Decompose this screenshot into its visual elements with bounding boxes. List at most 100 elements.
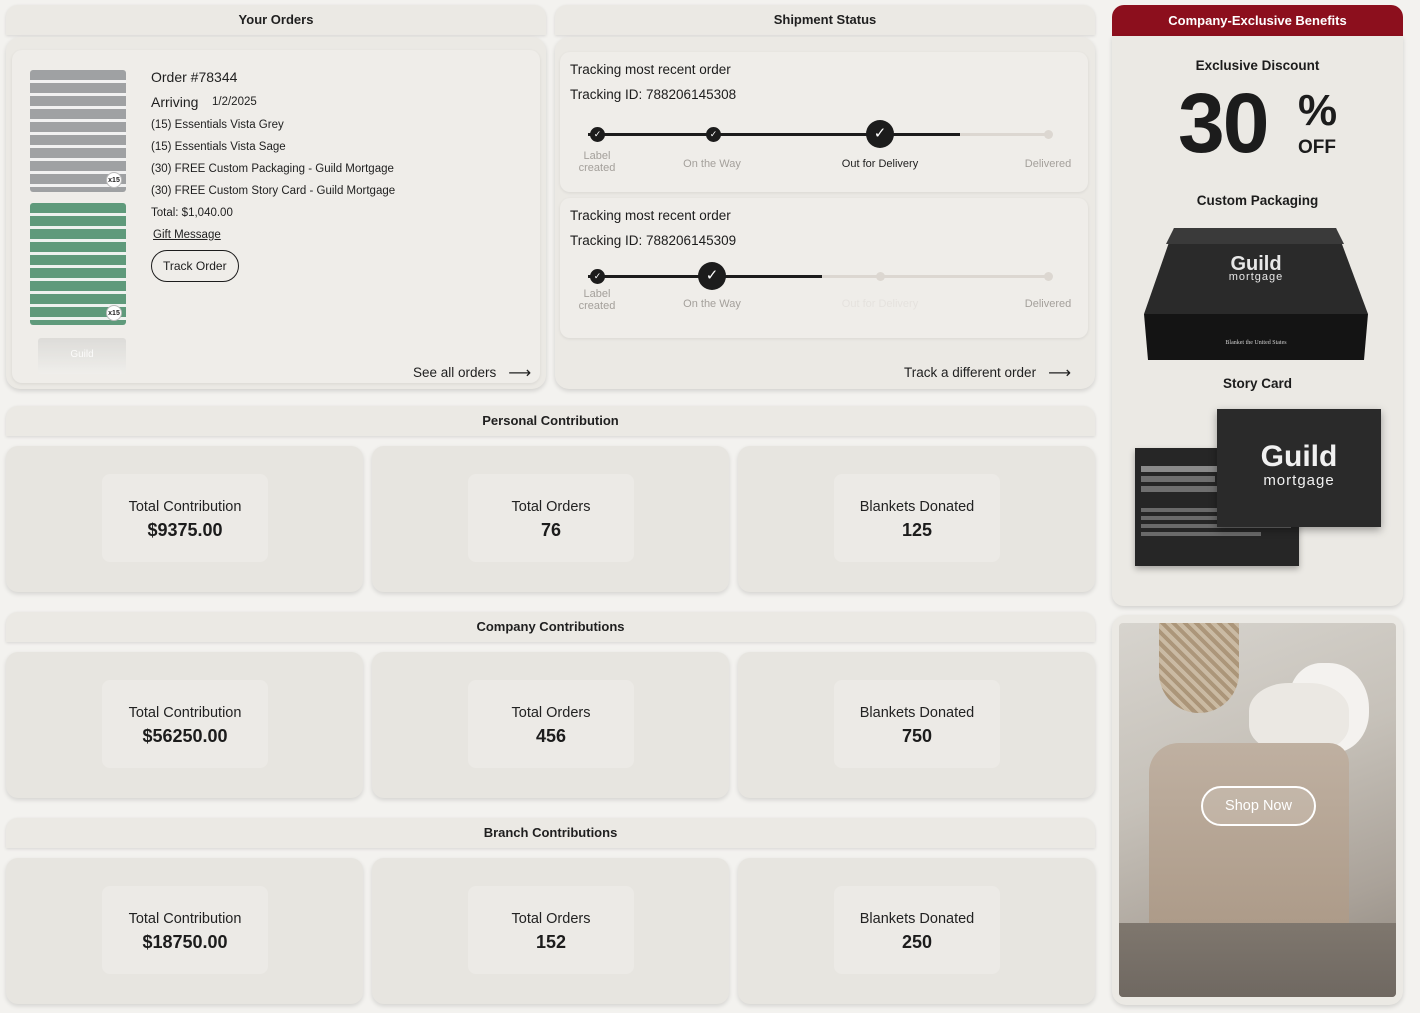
stat-value: $56250.00 bbox=[142, 726, 228, 746]
step-label: On the Way bbox=[683, 298, 741, 310]
benefits-panel: Exclusive Discount 30 % OFF Custom Packa… bbox=[1112, 36, 1403, 606]
lifestyle-photo: Shop Now bbox=[1119, 623, 1396, 997]
packaging-tagline: Blanket the United States bbox=[1225, 340, 1287, 346]
shop-now-button[interactable]: Shop Now bbox=[1201, 786, 1316, 826]
personal-contribution-header: Personal Contribution bbox=[6, 406, 1095, 436]
progress-fill bbox=[588, 133, 960, 136]
custom-packaging-label: Custom Packaging bbox=[1196, 193, 1319, 208]
stat-card: Total Contribution $9375.00 bbox=[6, 446, 363, 592]
quantity-badge: x15 bbox=[106, 305, 122, 321]
order-item: (15) Essentials Vista Sage bbox=[151, 141, 286, 153]
stat-tile: Total Contribution $9375.00 bbox=[102, 474, 268, 562]
discount-label: Exclusive Discount bbox=[1195, 58, 1320, 73]
stat-value: 76 bbox=[540, 520, 562, 540]
company-contributions-header: Company Contributions bbox=[6, 612, 1095, 642]
stat-card: Total Contribution $56250.00 bbox=[6, 652, 363, 798]
step-label: Label created bbox=[578, 150, 616, 174]
shipment-panel: Tracking most recent order Tracking ID: … bbox=[555, 37, 1095, 389]
box-label: Guild bbox=[70, 349, 94, 360]
step-pending-icon bbox=[1044, 272, 1053, 281]
discount-number: 30 bbox=[1178, 76, 1269, 170]
stat-tile: Total Orders 456 bbox=[468, 680, 634, 768]
percent-sign: % bbox=[1298, 86, 1338, 135]
stat-label: Total Contribution bbox=[128, 499, 242, 515]
order-total: Total: $1,040.00 bbox=[151, 207, 233, 219]
tracker-title: Tracking most recent order bbox=[570, 62, 731, 77]
step-pending-icon bbox=[1044, 130, 1053, 139]
track-order-button[interactable]: Track Order bbox=[151, 250, 239, 282]
stat-label: Blankets Donated bbox=[859, 499, 975, 515]
packaging-box-image: Guild mortgage Blanket the United States bbox=[1144, 228, 1368, 360]
arriving-date: 1/2/2025 bbox=[212, 96, 257, 108]
stat-value: $18750.00 bbox=[142, 932, 228, 952]
gift-message-link[interactable]: Gift Message bbox=[153, 229, 221, 241]
stat-card: Blankets Donated 750 bbox=[738, 652, 1095, 798]
stat-value: 456 bbox=[535, 726, 567, 746]
step-current-icon: ✓ bbox=[866, 120, 894, 148]
orders-header: Your Orders bbox=[6, 5, 546, 35]
step-label: On the Way bbox=[683, 158, 741, 170]
stat-tile: Blankets Donated 750 bbox=[834, 680, 1000, 768]
stat-card: Blankets Donated 125 bbox=[738, 446, 1095, 592]
orders-panel: x15 x15 Guild Order #78344 Arriving 1/2/… bbox=[6, 37, 546, 389]
stat-card: Total Orders 76 bbox=[372, 446, 729, 592]
shop-card: Shop Now bbox=[1112, 615, 1403, 1005]
packaging-sub: mortgage bbox=[1229, 271, 1283, 283]
stat-card: Blankets Donated 250 bbox=[738, 858, 1095, 1004]
stat-tile: Blankets Donated 125 bbox=[834, 474, 1000, 562]
step-label: Label created bbox=[578, 288, 616, 312]
step-label: Delivered bbox=[1024, 158, 1072, 170]
stat-tile: Total Orders 152 bbox=[468, 886, 634, 974]
discount-off: OFF bbox=[1298, 137, 1336, 158]
step-label: Delivered bbox=[1024, 298, 1072, 310]
stat-label: Blankets Donated bbox=[859, 705, 975, 721]
stat-tile: Total Orders 76 bbox=[468, 474, 634, 562]
step-label: Out for Delivery bbox=[841, 158, 919, 170]
order-item: (15) Essentials Vista Grey bbox=[151, 119, 284, 131]
order-number: Order #78344 bbox=[151, 69, 238, 85]
story-card-brand: Guild bbox=[1260, 440, 1338, 473]
step-pending-icon bbox=[876, 272, 885, 281]
step-label: Out for Delivery bbox=[841, 298, 919, 310]
stat-label: Total Orders bbox=[511, 499, 591, 515]
stat-label: Total Contribution bbox=[128, 705, 242, 721]
story-card-label: Story Card bbox=[1222, 376, 1293, 391]
tracker-card: Tracking most recent order Tracking ID: … bbox=[560, 52, 1088, 192]
product-thumb-grey[interactable]: x15 bbox=[30, 70, 126, 192]
shipment-header: Shipment Status bbox=[555, 5, 1095, 35]
quantity-badge: x15 bbox=[106, 172, 122, 188]
tracking-id: Tracking ID: 788206145308 bbox=[570, 87, 737, 102]
stat-card: Total Orders 456 bbox=[372, 652, 729, 798]
order-card: x15 x15 Guild Order #78344 Arriving 1/2/… bbox=[12, 50, 540, 383]
stat-label: Total Contribution bbox=[128, 911, 242, 927]
order-item: (30) FREE Custom Packaging - Guild Mortg… bbox=[151, 163, 394, 175]
arriving-label: Arriving bbox=[151, 94, 199, 110]
order-item: (30) FREE Custom Story Card - Guild Mort… bbox=[151, 185, 396, 197]
branch-contributions-header: Branch Contributions bbox=[6, 818, 1095, 848]
stat-label: Blankets Donated bbox=[859, 911, 975, 927]
track-different-order-link[interactable]: Track a different order ⟶ bbox=[904, 363, 1071, 383]
story-card-front-image: Guild mortgage bbox=[1217, 409, 1381, 527]
stat-value: $9375.00 bbox=[147, 520, 223, 540]
step-current-icon: ✓ bbox=[698, 262, 726, 290]
product-thumb-box[interactable]: Guild bbox=[38, 338, 126, 374]
stat-tile: Total Contribution $56250.00 bbox=[102, 680, 268, 768]
tracker-card: Tracking most recent order Tracking ID: … bbox=[560, 198, 1088, 338]
benefits-header: Company-Exclusive Benefits bbox=[1112, 5, 1403, 36]
stat-card: Total Orders 152 bbox=[372, 858, 729, 1004]
see-all-label: See all orders bbox=[413, 365, 497, 380]
see-all-orders-link[interactable]: See all orders ⟶ bbox=[413, 363, 531, 383]
track-different-label: Track a different order bbox=[904, 365, 1037, 380]
stat-tile: Blankets Donated 250 bbox=[834, 886, 1000, 974]
stat-label: Total Orders bbox=[511, 705, 591, 721]
stat-value: 250 bbox=[901, 932, 933, 952]
step-done-icon: ✓ bbox=[706, 127, 721, 142]
arrow-right-icon: ⟶ bbox=[508, 365, 532, 382]
stat-value: 125 bbox=[901, 520, 933, 540]
tracker-title: Tracking most recent order bbox=[570, 208, 731, 223]
step-done-icon: ✓ bbox=[590, 127, 605, 142]
stat-tile: Total Contribution $18750.00 bbox=[102, 886, 268, 974]
stat-label: Total Orders bbox=[511, 911, 591, 927]
stat-value: 750 bbox=[901, 726, 933, 746]
product-thumb-sage[interactable]: x15 bbox=[30, 203, 126, 325]
